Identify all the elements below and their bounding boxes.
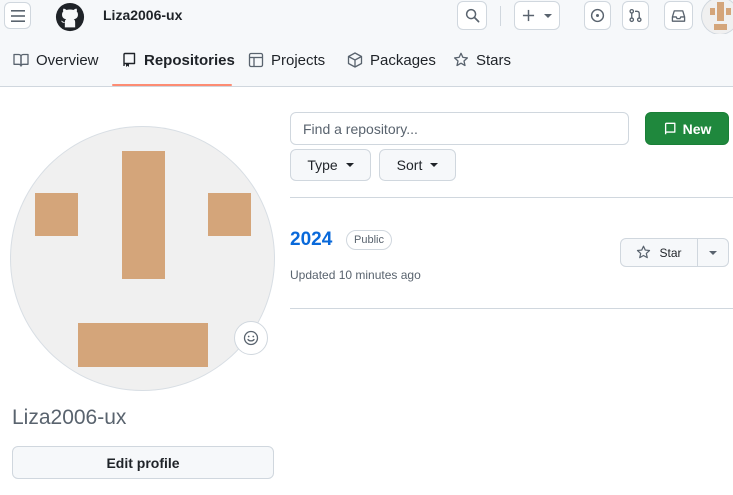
profile-avatar <box>11 127 274 390</box>
inbox-icon <box>671 9 686 22</box>
sort-label: Sort <box>396 157 423 173</box>
star-lists-dropdown[interactable] <box>697 238 729 267</box>
repo-name-link[interactable]: 2024 <box>290 229 332 251</box>
inbox-button[interactable] <box>664 1 693 30</box>
tab-stars-label: Stars <box>476 51 512 69</box>
star-label: Star <box>659 245 682 260</box>
repo-icon <box>664 122 676 134</box>
book-icon <box>13 53 29 67</box>
create-new-button[interactable] <box>514 1 560 30</box>
table-icon <box>248 52 264 68</box>
repo-icon <box>123 52 136 67</box>
tab-stars[interactable]: Stars <box>453 34 511 86</box>
tab-repositories[interactable]: Repositories <box>121 34 235 86</box>
tab-packages[interactable]: Packages <box>347 34 436 86</box>
find-repository-input[interactable]: Find a repository... <box>290 112 629 145</box>
edit-profile-label: Edit profile <box>106 454 180 471</box>
git-pull-request-icon <box>629 8 642 23</box>
find-repository-placeholder: Find a repository... <box>303 120 418 137</box>
tab-overview[interactable]: Overview <box>13 34 99 86</box>
chevron-down-icon <box>709 250 717 255</box>
repo-visibility-badge: Public <box>346 230 392 250</box>
header-username[interactable]: Liza2006-ux <box>103 7 182 23</box>
chevron-down-icon <box>345 163 354 167</box>
issue-opened-icon <box>590 8 605 23</box>
sort-button[interactable]: Sort <box>379 149 456 181</box>
edit-profile-button[interactable]: Edit profile <box>12 446 274 479</box>
search-icon <box>465 8 479 23</box>
active-tab-underline <box>112 84 232 86</box>
tab-packages-label: Packages <box>370 51 436 69</box>
top-bar: Liza2006-ux <box>0 0 733 34</box>
tab-projects-label: Projects <box>271 51 326 69</box>
type-filter-button[interactable]: Type <box>290 149 371 181</box>
issues-button[interactable] <box>584 1 611 30</box>
chevron-down-icon <box>430 163 439 167</box>
menu-icon <box>10 9 25 22</box>
smiley-icon <box>243 330 259 346</box>
search-button[interactable] <box>457 1 487 30</box>
package-icon <box>347 52 363 68</box>
tab-projects[interactable]: Projects <box>248 34 325 86</box>
repo-updated-text: Updated 10 minutes ago <box>290 268 421 282</box>
new-repository-label: New <box>682 120 712 137</box>
user-avatar[interactable] <box>702 0 733 34</box>
set-status-button[interactable] <box>234 321 268 355</box>
tab-overview-label: Overview <box>36 51 99 69</box>
profile-username: Liza2006-ux <box>12 406 127 429</box>
new-repository-button[interactable]: New <box>645 112 729 145</box>
hamburger-menu-button[interactable] <box>4 2 31 29</box>
type-filter-label: Type <box>307 157 338 173</box>
star-repo-button[interactable]: Star <box>620 238 698 267</box>
header-divider <box>500 6 501 26</box>
list-divider-bottom <box>290 308 733 309</box>
list-divider-top <box>290 197 733 198</box>
pull-requests-button[interactable] <box>622 1 649 30</box>
chevron-down-icon <box>544 13 552 18</box>
star-icon <box>637 245 651 259</box>
profile-tab-bar: Overview Repositories Projects Packages … <box>0 34 733 87</box>
star-icon <box>453 52 469 67</box>
plus-icon <box>522 9 535 22</box>
tab-repositories-label: Repositories <box>144 51 235 69</box>
github-logo-icon[interactable] <box>53 2 87 32</box>
repo-list-item: 2024 Public Updated 10 minutes ago Star <box>290 224 733 308</box>
